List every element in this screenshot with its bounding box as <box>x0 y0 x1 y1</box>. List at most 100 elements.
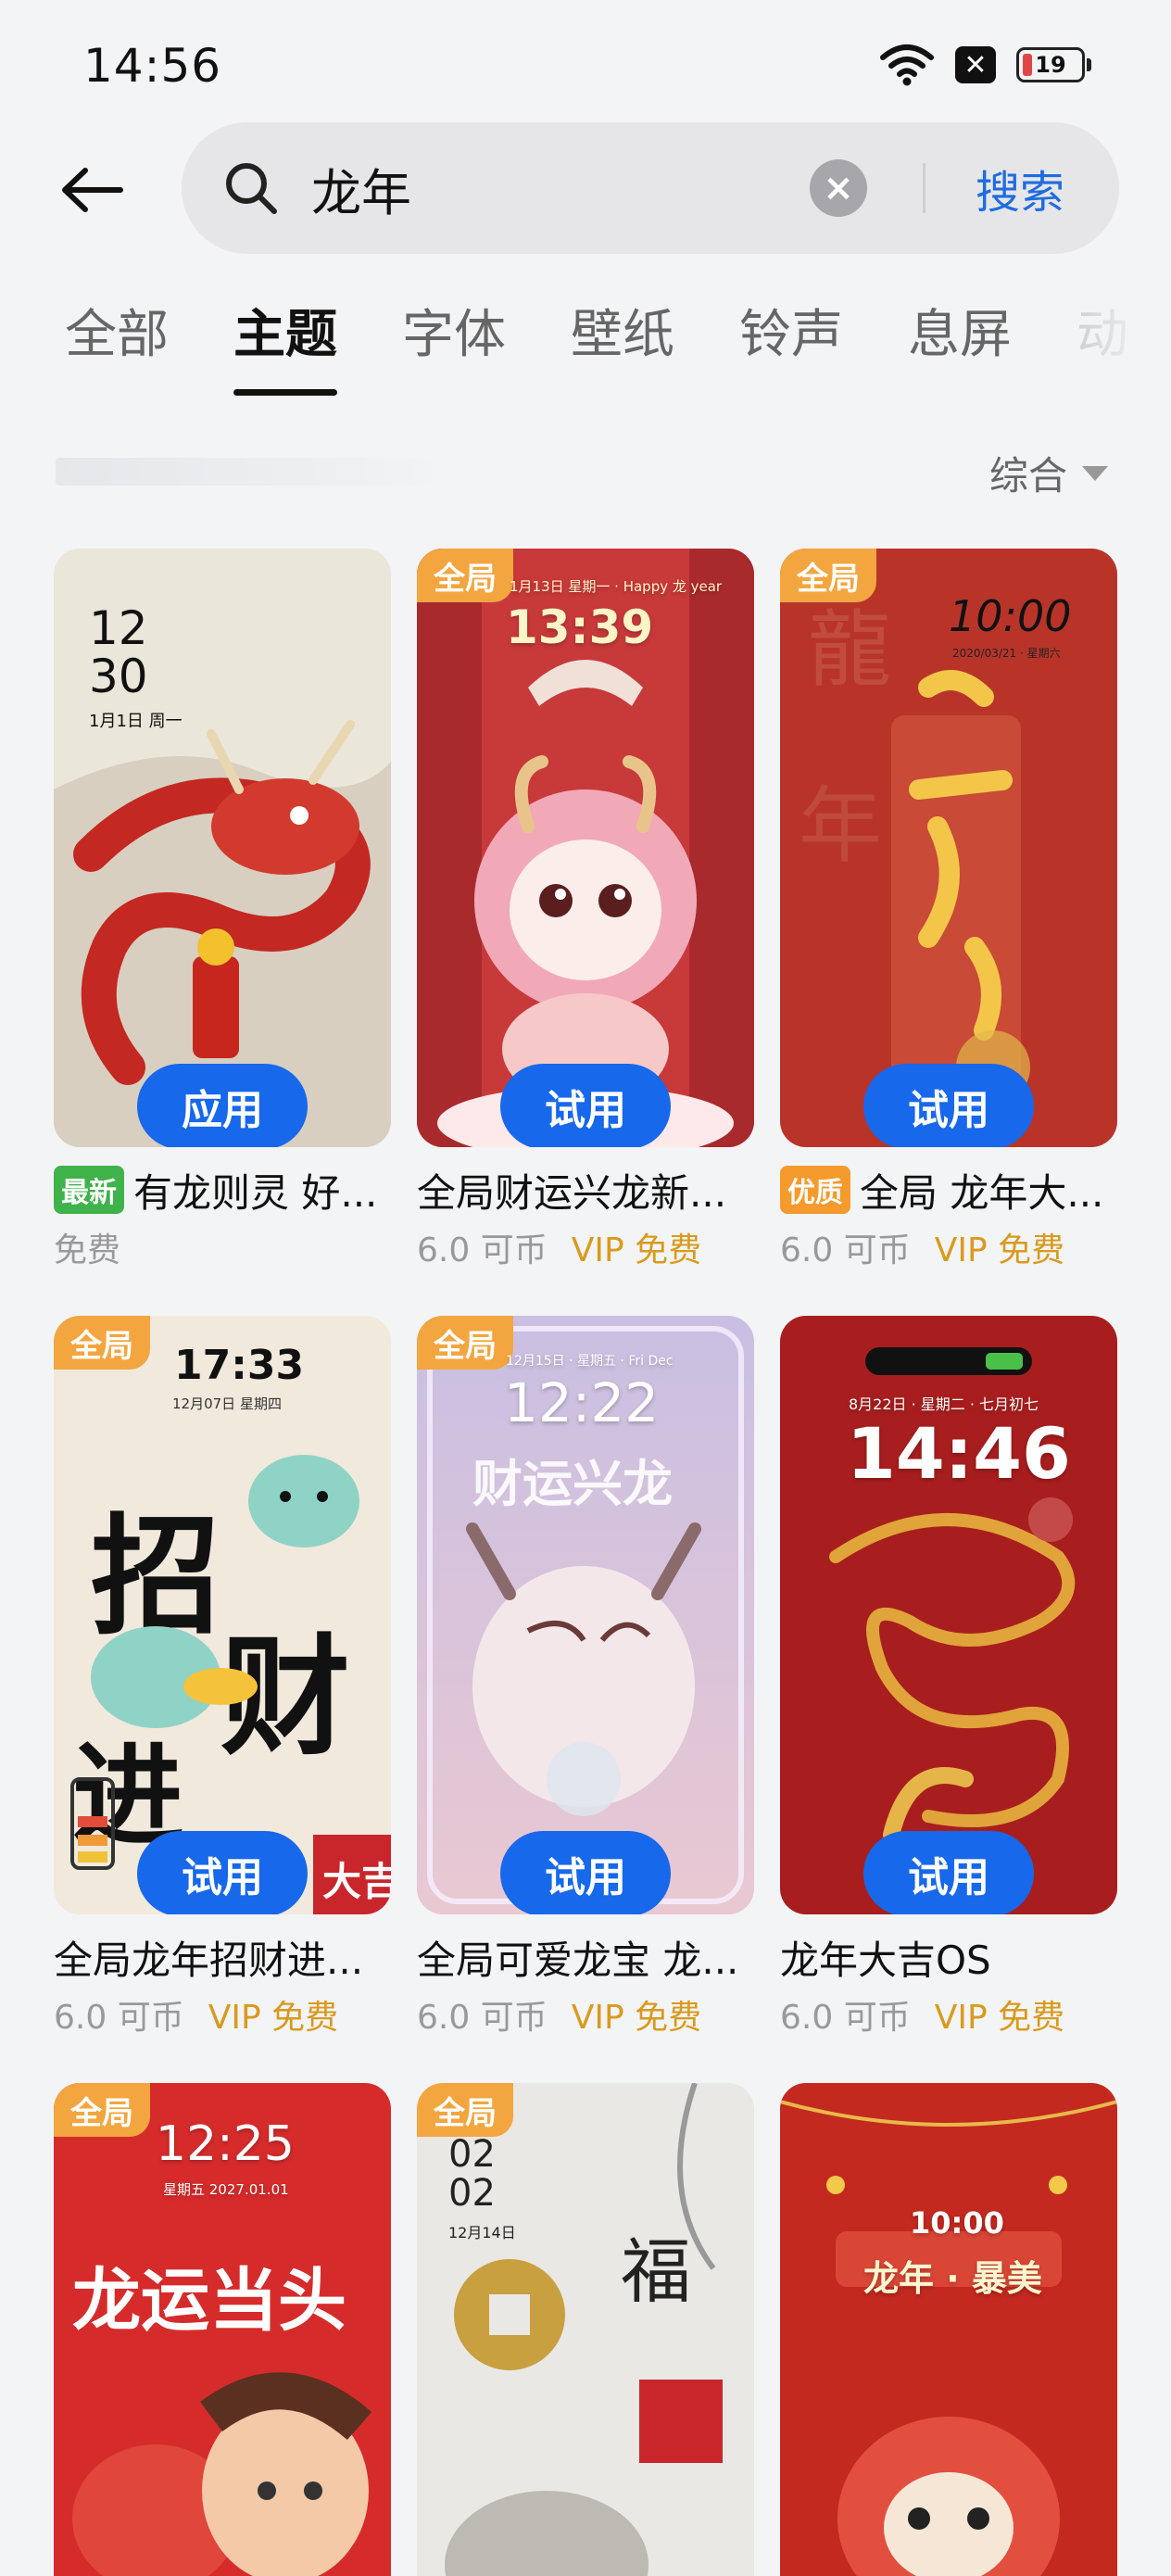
sort-dropdown[interactable]: 综合 <box>989 445 1108 501</box>
card-title-row: 全局可爱龙宝 龙... <box>417 1929 754 1985</box>
clear-search-icon[interactable]: × <box>810 159 867 217</box>
back-button[interactable] <box>50 148 133 232</box>
thumb-date: 龙年 · 暴美 <box>863 2258 1042 2299</box>
vip-free: VIP 免费 <box>208 1999 339 2037</box>
global-badge: 全局 <box>780 549 876 602</box>
card-title: 全局可爱龙宝 龙... <box>417 1937 739 1983</box>
try-button[interactable]: 试用 <box>863 1831 1034 1914</box>
search-bar: × 搜索 <box>182 122 1119 254</box>
theme-thumbnail[interactable]: 12 30 1月1日 周一 应用 <box>54 549 391 1147</box>
thumb-clock: 12:25 <box>156 2116 295 2172</box>
card-price: 6.0 可币 <box>780 1999 911 2037</box>
tab-theme[interactable]: 主题 <box>233 293 337 368</box>
card-title: 龙年大吉OS <box>780 1937 991 1983</box>
theme-card[interactable]: 龍 年 全局 10:00 2020/03/21 · 星期六 试用 优质 全局 龙… <box>780 549 1117 1271</box>
card-price: 6.0 可币 <box>417 1999 548 2037</box>
theme-thumbnail[interactable]: 福 全局 02 02 12月14日 <box>417 2083 754 2576</box>
card-title: 有龙则灵 好... <box>133 1169 378 1216</box>
thumb-date: 星期五 2027.01.01 <box>163 2181 289 2198</box>
tab-all[interactable]: 全部 <box>65 293 169 368</box>
theme-thumbnail[interactable]: 10:00 龙年 · 暴美 <box>780 2083 1117 2576</box>
card-price-row: 6.0 可币 VIP 免费 <box>54 1990 391 2039</box>
theme-thumbnail[interactable]: 全局 13:39 1月13日 星期一 · Happy 龙 year 试用 <box>417 549 754 1147</box>
caret-down-icon <box>1082 465 1108 481</box>
thumb-clock: 12 30 <box>89 601 148 703</box>
tab-aod[interactable]: 息屏 <box>908 293 1012 368</box>
theme-thumbnail[interactable]: 招 财 进 大吉 全局 17:33 12月07日 星期四 试用 <box>54 1316 391 1914</box>
status-bar: 14:56 ✕ 19 <box>0 0 1171 120</box>
global-badge: 全局 <box>54 2083 150 2137</box>
tab-wallpaper[interactable]: 壁纸 <box>571 293 674 368</box>
theme-card[interactable]: 招 财 进 大吉 全局 17:33 12月07日 星期四 试用 全局龙年招财进.… <box>54 1316 391 2039</box>
try-button[interactable]: 试用 <box>137 1831 308 1914</box>
global-badge: 全局 <box>417 2083 513 2137</box>
card-title-row: 最新 有龙则灵 好... <box>54 1162 391 1218</box>
svg-text:年: 年 <box>799 777 882 875</box>
thumb-clock: 14:46 <box>847 1412 1071 1495</box>
theme-thumbnail[interactable]: 龍 年 全局 10:00 2020/03/21 · 星期六 试用 <box>780 549 1117 1147</box>
svg-text:龙运当头: 龙运当头 <box>72 2261 346 2341</box>
card-title: 全局财运兴龙新... <box>417 1169 727 1216</box>
thumb-clock: 12:22 <box>504 1371 660 1434</box>
theme-card[interactable]: 全局 13:39 1月13日 星期一 · Happy 龙 year 试用 全局财… <box>417 549 754 1271</box>
thumb-date: 8月22日 · 星期二 · 七月初七 <box>849 1395 1039 1413</box>
battery-icon: 19 <box>1016 47 1091 82</box>
search-input[interactable] <box>311 150 867 226</box>
status-icons: ✕ 19 <box>879 43 1091 87</box>
theme-card[interactable]: 12 30 1月1日 周一 应用 最新 有龙则灵 好... 免费 <box>54 549 391 1271</box>
search-icon <box>226 163 277 214</box>
theme-card[interactable]: 10:00 龙年 · 暴美 <box>780 2083 1117 2576</box>
search-button[interactable]: 搜索 <box>941 150 1099 226</box>
tab-font[interactable]: 字体 <box>402 293 506 368</box>
vip-free: VIP 免费 <box>934 1999 1065 2037</box>
svg-text:福: 福 <box>621 2230 691 2313</box>
svg-text:龍: 龍 <box>808 601 891 699</box>
try-button[interactable]: 试用 <box>863 1064 1034 1147</box>
card-price: 6.0 可币 <box>54 1999 184 2037</box>
card-price: 6.0 可币 <box>780 1231 911 1269</box>
thumb-date: 1月13日 星期一 · Happy 龙 year <box>510 578 723 595</box>
card-title-row: 龙年大吉OS <box>780 1929 1117 1985</box>
card-title: 全局龙年招财进... <box>54 1937 364 1983</box>
card-title: 全局 龙年大... <box>860 1169 1104 1216</box>
card-title-row: 全局财运兴龙新... <box>417 1162 754 1218</box>
active-tab-indicator <box>233 389 337 396</box>
svg-text:财运兴龙: 财运兴龙 <box>472 1455 673 1513</box>
category-tabs: 全部 主题 字体 壁纸 铃声 息屏 动 <box>0 293 1171 404</box>
card-title-row: 优质 全局 龙年大... <box>780 1162 1117 1218</box>
thumb-date: 12月14日 <box>448 2224 516 2241</box>
sort-row: 综合 <box>0 436 1171 510</box>
search-divider <box>923 163 925 213</box>
card-price: 免费 <box>54 1231 121 1269</box>
try-button[interactable]: 试用 <box>500 1831 671 1914</box>
theme-thumbnail[interactable]: 14:46 8月22日 · 星期二 · 七月初七 试用 <box>780 1316 1117 1914</box>
theme-card[interactable]: 财运兴龙 全局 12:22 12月15日 · 星期五 · Fri Dec 试用 … <box>417 1316 754 2039</box>
thumb-clock: 10:00 <box>910 2205 1004 2241</box>
theme-thumbnail[interactable]: 龙运当头 全局 12:25 星期五 2027.01.01 <box>54 2083 391 2576</box>
sort-label: 综合 <box>988 453 1067 499</box>
wifi-icon <box>880 44 934 86</box>
card-price-row: 6.0 可币 VIP 免费 <box>780 1990 1117 2039</box>
theme-thumbnail[interactable]: 财运兴龙 全局 12:22 12月15日 · 星期五 · Fri Dec 试用 <box>417 1316 754 1914</box>
thumb-date: 12月07日 星期四 <box>172 1395 282 1412</box>
svg-text:大吉: 大吉 <box>322 1859 391 1904</box>
lion-dragon-illustration <box>780 2083 1117 2576</box>
global-badge: 全局 <box>417 549 513 602</box>
blurred-summary <box>56 458 445 486</box>
thumb-date: 1月1日 周一 <box>89 712 183 731</box>
try-button[interactable]: 试用 <box>500 1064 671 1147</box>
thumb-clock: 10:00 <box>949 591 1072 641</box>
tab-ringtone[interactable]: 铃声 <box>739 293 843 368</box>
theme-card[interactable]: 福 全局 02 02 12月14日 <box>417 2083 754 2576</box>
theme-card[interactable]: 龙运当头 全局 12:25 星期五 2027.01.01 <box>54 2083 391 2576</box>
thumb-clock: 02 02 <box>448 2133 496 2215</box>
vip-free: VIP 免费 <box>934 1231 1065 1269</box>
theme-card[interactable]: 14:46 8月22日 · 星期二 · 七月初七 试用 龙年大吉OS 6.0 可… <box>780 1316 1117 2039</box>
no-sim-icon: ✕ <box>955 46 996 83</box>
card-price-row: 6.0 可币 VIP 免费 <box>417 1223 754 1271</box>
thumb-date: 12月15日 · 星期五 · Fri Dec <box>506 1354 674 1369</box>
thumb-clock: 13:39 <box>506 600 654 654</box>
vip-free: VIP 免费 <box>571 1231 702 1269</box>
apply-button[interactable]: 应用 <box>137 1064 308 1147</box>
card-price: 6.0 可币 <box>417 1231 548 1269</box>
